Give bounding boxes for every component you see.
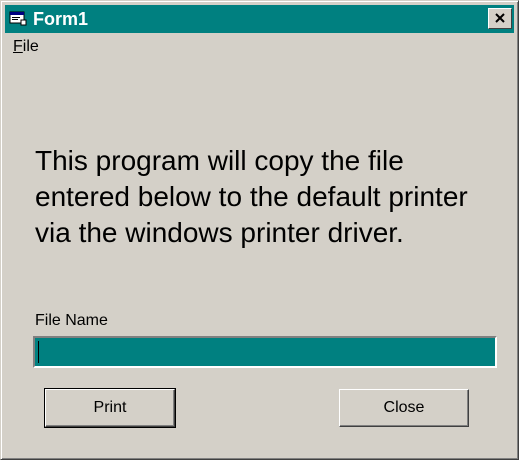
menu-bar: File [5, 35, 514, 59]
menu-file[interactable]: File [13, 37, 39, 57]
main-window: Form1 File This program will copy the fi… [0, 0, 519, 460]
menu-file-label: ile [22, 38, 39, 55]
title-bar[interactable]: Form1 [5, 5, 514, 33]
close-button[interactable]: Close [339, 389, 469, 427]
file-name-label: File Name [35, 312, 108, 329]
window-title: Form1 [33, 9, 89, 29]
form-window-icon [9, 10, 27, 26]
text-caret [38, 341, 39, 363]
file-name-input[interactable] [33, 336, 497, 368]
print-button[interactable]: Print [44, 388, 176, 428]
close-window-button[interactable] [488, 8, 512, 29]
description-text: This program will copy the file entered … [35, 145, 468, 248]
menu-file-accelerator: F [13, 38, 23, 55]
